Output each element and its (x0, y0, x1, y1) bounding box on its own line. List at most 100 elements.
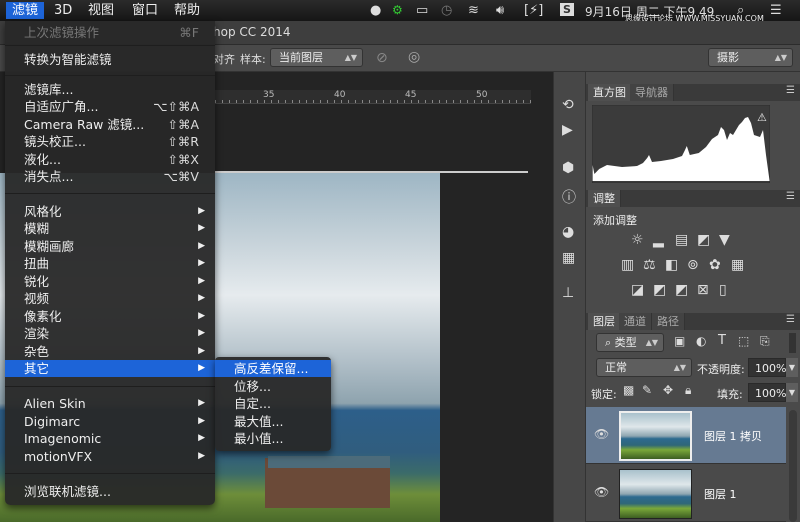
visibility-eye-icon[interactable]: 👁︎ (594, 427, 609, 441)
layer-filter-select[interactable]: ⌕ 类型 ▲▼ (596, 333, 664, 352)
black-white-icon[interactable]: ◧ (665, 257, 678, 273)
ignore-adjustment-icon[interactable]: ⊘ (376, 50, 388, 66)
menu-item-blur-gallery[interactable]: 模糊画廊 ▶ (5, 238, 215, 255)
menu-item-minimum[interactable]: 最小值... (215, 430, 331, 447)
menu-item-browse-online-filters[interactable]: 浏览联机滤镜... (5, 483, 215, 500)
pressure-icon[interactable]: ◎ (408, 49, 420, 65)
menu-item-custom[interactable]: 自定... (215, 395, 331, 412)
menu-item-high-pass[interactable]: 高反差保留... (215, 360, 331, 377)
menu-item-noise[interactable]: 杂色 ▶ (5, 343, 215, 360)
tab-channels[interactable]: 通道 (619, 313, 652, 330)
volume-icon[interactable]: 🔊︎ (496, 3, 504, 18)
swatches-icon[interactable]: ▦ (562, 250, 575, 266)
brightness-icon[interactable]: ☼ (631, 232, 644, 248)
color-lookup-icon[interactable]: ▦ (731, 257, 744, 273)
time-machine-icon[interactable]: ◷ (441, 3, 452, 18)
visibility-eye-icon[interactable]: 👁︎ (594, 485, 609, 499)
smart-object-filter-icon[interactable]: ⎘ (760, 334, 770, 349)
menu-item-convert-smart-filter[interactable]: 转换为智能滤镜 (5, 51, 215, 68)
filter-toggle[interactable] (789, 333, 796, 353)
shape-layer-filter-icon[interactable]: ⬚ (738, 334, 749, 348)
info-icon[interactable]: ⓘ (562, 187, 576, 207)
fill-input[interactable]: 100% (748, 383, 786, 402)
menu-item-stylize[interactable]: 风格化 ▶ (5, 203, 215, 220)
menu-item-maximum[interactable]: 最大值... (215, 413, 331, 430)
airplay-icon[interactable]: ▭ (416, 3, 428, 18)
menu-item-pixelate[interactable]: 像素化 ▶ (5, 308, 215, 325)
pixel-layer-filter-icon[interactable]: ▣ (674, 334, 685, 348)
menu-item-alien-skin[interactable]: Alien Skin ▶ (5, 395, 215, 412)
menu-3d[interactable]: 3D (48, 2, 78, 19)
panel-menu-icon[interactable]: ☰ (786, 314, 795, 325)
menu-item-adaptive-wide-angle[interactable]: 自适应广角... ⌥⇧⌘A (5, 98, 215, 115)
notification-center-icon[interactable]: ☰ (770, 3, 782, 18)
layer-name[interactable]: 图层 1 拷贝 (704, 428, 762, 444)
invert-icon[interactable]: ◪ (631, 282, 644, 298)
gradient-map-icon[interactable]: ▯ (719, 282, 727, 298)
menu-item-digimarc[interactable]: Digimarc ▶ (5, 413, 215, 430)
layer-name[interactable]: 图层 1 (704, 486, 737, 502)
menu-view[interactable]: 视图 (82, 2, 120, 19)
menu-item-render[interactable]: 渲染 ▶ (5, 325, 215, 342)
photo-filter-icon[interactable]: ⊚ (687, 257, 699, 273)
input-method-icon[interactable]: S (560, 3, 574, 16)
opacity-dropdown-icon[interactable]: ▼ (786, 358, 798, 377)
menu-item-liquify[interactable]: 液化... ⇧⌘X (5, 151, 215, 168)
spotlight-icon[interactable]: ⌕ (737, 3, 744, 18)
menu-item-blur[interactable]: 模糊 ▶ (5, 220, 215, 237)
battery-icon[interactable]: [⚡] (524, 3, 543, 18)
fill-dropdown-icon[interactable]: ▼ (786, 383, 798, 402)
3d-icon[interactable]: ⬢ (562, 160, 574, 176)
menu-help[interactable]: 帮助 (168, 2, 206, 19)
notification-icon[interactable]: ● (370, 3, 381, 18)
selective-color-icon[interactable]: ⊠ (697, 282, 709, 298)
status-app-icon[interactable]: ⚙ (392, 3, 403, 17)
color-palette-icon[interactable]: ◕ (562, 224, 574, 240)
layers-scrollbar[interactable] (789, 410, 797, 522)
tab-adjustments[interactable]: 调整 (588, 190, 621, 207)
sample-select[interactable]: 当前图层 ▲▼ (270, 48, 363, 67)
workspace-select[interactable]: 摄影 ▲▼ (708, 48, 793, 67)
menu-item-video[interactable]: 视频 ▶ (5, 290, 215, 307)
history-icon[interactable]: ⟲ (562, 97, 574, 113)
clone-source-icon[interactable]: ⊥ (562, 285, 574, 301)
opacity-input[interactable]: 100% (748, 358, 786, 377)
type-layer-filter-icon[interactable]: T (718, 333, 726, 348)
panel-menu-icon[interactable]: ☰ (786, 85, 795, 96)
tab-navigator[interactable]: 导航器 (630, 84, 674, 101)
menu-item-other[interactable]: 其它 ▶ (5, 360, 215, 377)
levels-icon[interactable]: ▂ (653, 232, 664, 248)
tab-histogram[interactable]: 直方图 (588, 84, 632, 101)
color-balance-icon[interactable]: ⚖ (643, 257, 656, 273)
menu-item-vanishing-point[interactable]: 消失点... ⌥⌘V (5, 168, 215, 185)
menu-filter[interactable]: 滤镜 (6, 2, 45, 19)
lock-position-icon[interactable]: ✥ (663, 383, 673, 397)
horizontal-ruler[interactable]: 35 40 45 50 (215, 90, 531, 104)
hue-saturation-icon[interactable]: ▥ (621, 257, 634, 273)
menu-item-filter-gallery[interactable]: 滤镜库... (5, 81, 215, 98)
menu-item-distort[interactable]: 扭曲 ▶ (5, 255, 215, 272)
exposure-icon[interactable]: ◩ (697, 232, 710, 248)
lock-all-icon[interactable]: 🔒︎ (685, 383, 691, 398)
panel-menu-icon[interactable]: ☰ (786, 191, 795, 202)
layer-row[interactable]: 👁︎ 图层 1 (586, 465, 786, 522)
vibrance-icon[interactable]: ▼ (719, 232, 730, 248)
menu-item-lens-correction[interactable]: 镜头校正... ⇧⌘R (5, 133, 215, 150)
channel-mixer-icon[interactable]: ✿ (709, 257, 721, 273)
menu-item-motionvfx[interactable]: motionVFX ▶ (5, 448, 215, 465)
tab-layers[interactable]: 图层 (588, 313, 621, 330)
menu-window[interactable]: 窗口 (126, 2, 164, 19)
menu-item-imagenomic[interactable]: Imagenomic ▶ (5, 430, 215, 447)
threshold-icon[interactable]: ◩ (675, 282, 688, 298)
posterize-icon[interactable]: ◩ (653, 282, 666, 298)
menu-item-offset[interactable]: 位移... (215, 378, 331, 395)
menu-item-camera-raw[interactable]: Camera Raw 滤镜... ⇧⌘A (5, 116, 215, 133)
actions-play-icon[interactable]: ▶ (562, 122, 573, 138)
adjustment-layer-filter-icon[interactable]: ◐ (696, 334, 706, 348)
blend-mode-select[interactable]: 正常 ▲▼ (596, 358, 692, 377)
lock-transparency-icon[interactable]: ▩ (623, 383, 634, 397)
curves-icon[interactable]: ▤ (675, 232, 688, 248)
lock-pixels-brush-icon[interactable]: ✎ (642, 383, 652, 397)
layer-row-selected[interactable]: 👁︎ 图层 1 拷贝 (586, 407, 786, 464)
wifi-icon[interactable]: ≋ (468, 3, 479, 18)
